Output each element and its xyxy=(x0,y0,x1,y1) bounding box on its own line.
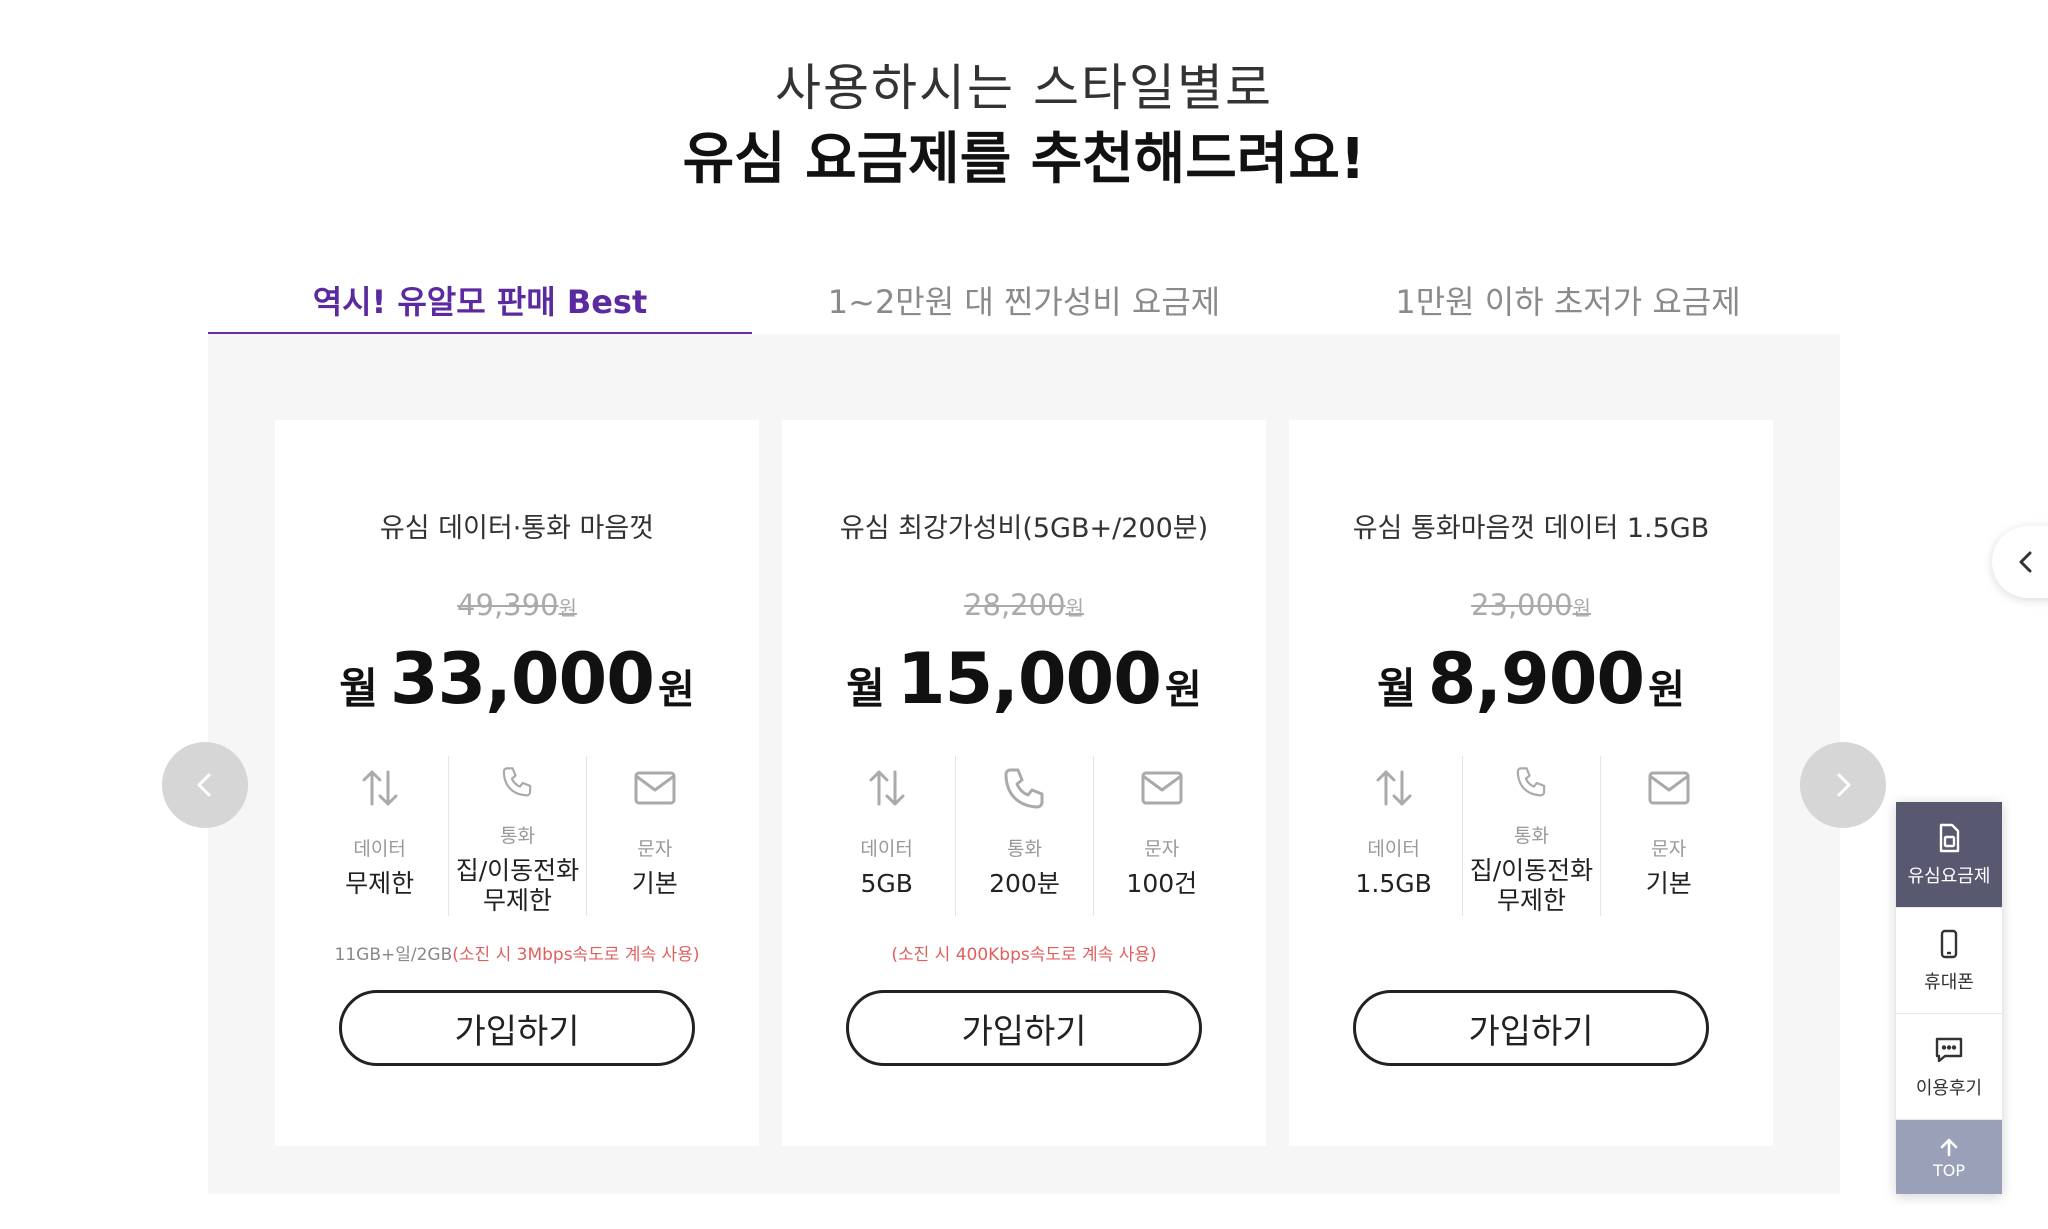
page: 사용하시는 스타일별로 유심 요금제를 추천해드려요! 역시! 유알모 판매 B… xyxy=(0,0,2048,1229)
plan-card: 유심 통화마음껏 데이터 1.5GB 23,000원 월 8,900 원 데이터… xyxy=(1289,420,1773,1146)
plan-features: 데이터 1.5GB 통화 집/이동전화 무제한 문자 기본 xyxy=(1325,756,1737,916)
section-header: 사용하시는 스타일별로 유심 요금제를 추천해드려요! xyxy=(0,52,2048,196)
price-prefix: 월 xyxy=(1377,664,1416,713)
plan-name: 유심 데이터·통화 마음껏 xyxy=(379,513,655,544)
original-price: 23,000원 xyxy=(1471,588,1591,622)
feature-value: 5GB xyxy=(860,869,913,898)
price-currency: 원 xyxy=(1648,667,1685,713)
quick-menu-label: 유심요금제 xyxy=(1907,865,1991,887)
monthly-price: 월 8,900 원 xyxy=(1289,638,1773,720)
price-amount: 8,900 xyxy=(1427,638,1645,720)
chevron-left-icon xyxy=(2019,551,2032,573)
feature-label: 데이터 xyxy=(1367,838,1420,860)
quick-menu-label: 이용후기 xyxy=(1915,1077,1983,1099)
quick-menu-label: 휴대폰 xyxy=(1924,971,1974,993)
feature-value: 1.5GB xyxy=(1355,869,1432,898)
plan-name: 유심 통화마음껏 데이터 1.5GB xyxy=(1352,513,1710,544)
feature-value: 기본 xyxy=(631,869,678,898)
price-amount: 33,000 xyxy=(389,638,655,720)
carousel-prev-button[interactable] xyxy=(162,742,248,828)
feature-sms: 문자 100건 xyxy=(1092,756,1230,916)
plan-tabs: 역시! 유알모 판매 Best 1~2만원 대 찐가성비 요금제 1만원 이하 … xyxy=(208,262,1840,338)
feature-label: 통화 xyxy=(1513,825,1549,847)
chevron-right-icon xyxy=(1837,773,1851,797)
tab-best[interactable]: 역시! 유알모 판매 Best xyxy=(208,262,752,338)
section-title: 유심 요금제를 추천해드려요! xyxy=(682,127,1366,192)
plan-features: 데이터 5GB 통화 200분 문자 100건 xyxy=(818,756,1230,916)
envelope-icon xyxy=(1141,771,1183,805)
original-price: 49,390원 xyxy=(457,588,577,622)
feature-data: 데이터 무제한 xyxy=(311,756,448,916)
feature-value: 200분 xyxy=(989,869,1060,898)
feature-label: 통화 xyxy=(499,825,535,847)
side-panel-toggle[interactable] xyxy=(1992,526,2048,598)
chevron-left-icon xyxy=(197,773,211,797)
plan-name: 유심 최강가성비(5GB+/200분) xyxy=(839,513,1209,544)
feature-sms: 문자 기본 xyxy=(1599,756,1737,916)
review-icon xyxy=(1935,1037,1963,1062)
join-button[interactable]: 가입하기 xyxy=(339,990,695,1066)
feature-data: 데이터 1.5GB xyxy=(1325,756,1462,916)
feature-data: 데이터 5GB xyxy=(818,756,955,916)
plan-features: 데이터 무제한 통화 집/이동전화 무제한 문자 기본 xyxy=(311,756,723,916)
scroll-top-label: TOP xyxy=(1932,1160,1965,1180)
plan-note: (소진 시 400Kbps속도로 계속 사용) xyxy=(891,945,1157,965)
scroll-top-button[interactable]: TOP xyxy=(1896,1120,2002,1194)
phone-call-icon xyxy=(503,767,532,797)
feature-label: 문자 xyxy=(1651,838,1687,860)
monthly-price: 월 15,000 원 xyxy=(782,638,1266,720)
feature-label: 통화 xyxy=(1006,838,1042,860)
feature-label: 데이터 xyxy=(860,838,913,860)
price-prefix: 월 xyxy=(339,664,378,713)
sim-icon xyxy=(1939,823,1960,852)
join-button[interactable]: 가입하기 xyxy=(1353,990,1709,1066)
phone-call-icon xyxy=(1517,767,1546,797)
arrow-up-icon xyxy=(1940,1138,1958,1156)
quick-menu-phone[interactable]: 휴대폰 xyxy=(1896,908,2002,1014)
plan-note: 11GB+일/2GB(소진 시 3Mbps속도로 계속 사용) xyxy=(334,945,700,965)
feature-sms: 문자 기본 xyxy=(585,756,723,916)
price-amount: 15,000 xyxy=(896,638,1162,720)
price-prefix: 월 xyxy=(846,664,885,713)
feature-value: 집/이동전화 무제한 xyxy=(455,856,580,915)
monthly-price: 월 33,000 원 xyxy=(275,638,759,720)
data-transfer-icon xyxy=(362,770,398,806)
envelope-icon xyxy=(634,771,676,805)
feature-label: 데이터 xyxy=(353,838,406,860)
feature-value: 집/이동전화 무제한 xyxy=(1469,856,1594,915)
phone-icon xyxy=(1940,929,1958,958)
tab-value[interactable]: 1~2만원 대 찐가성비 요금제 xyxy=(752,262,1296,338)
quick-menu-review[interactable]: 이용후기 xyxy=(1896,1014,2002,1120)
original-price: 28,200원 xyxy=(964,588,1084,622)
feature-call: 통화 집/이동전화 무제한 xyxy=(448,756,585,916)
feature-value: 100건 xyxy=(1126,869,1198,898)
feature-value: 무제한 xyxy=(345,869,415,898)
quick-menu: 유심요금제 휴대폰 이용후기 TOP xyxy=(1896,802,2002,1194)
carousel-next-button[interactable] xyxy=(1800,742,1886,828)
section-subtitle: 사용하시는 스타일별로 xyxy=(775,59,1273,117)
price-currency: 원 xyxy=(1164,667,1202,713)
quick-menu-usim-plan[interactable]: 유심요금제 xyxy=(1896,802,2002,908)
price-currency: 원 xyxy=(657,667,695,713)
plan-card: 유심 데이터·통화 마음껏 49,390원 월 33,000 원 데이터 무제한… xyxy=(275,420,759,1146)
envelope-icon xyxy=(1648,771,1690,805)
data-transfer-icon xyxy=(1376,770,1412,806)
feature-call: 통화 집/이동전화 무제한 xyxy=(1462,756,1599,916)
join-button[interactable]: 가입하기 xyxy=(846,990,1202,1066)
plan-card: 유심 최강가성비(5GB+/200분) 28,200원 월 15,000 원 데… xyxy=(782,420,1266,1146)
tab-budget[interactable]: 1만원 이하 초저가 요금제 xyxy=(1296,262,1840,338)
phone-call-icon xyxy=(1004,768,1044,809)
feature-call: 통화 200분 xyxy=(955,756,1092,916)
feature-value: 기본 xyxy=(1645,869,1692,898)
data-transfer-icon xyxy=(869,770,905,806)
feature-label: 문자 xyxy=(637,838,673,860)
feature-label: 문자 xyxy=(1144,838,1180,860)
